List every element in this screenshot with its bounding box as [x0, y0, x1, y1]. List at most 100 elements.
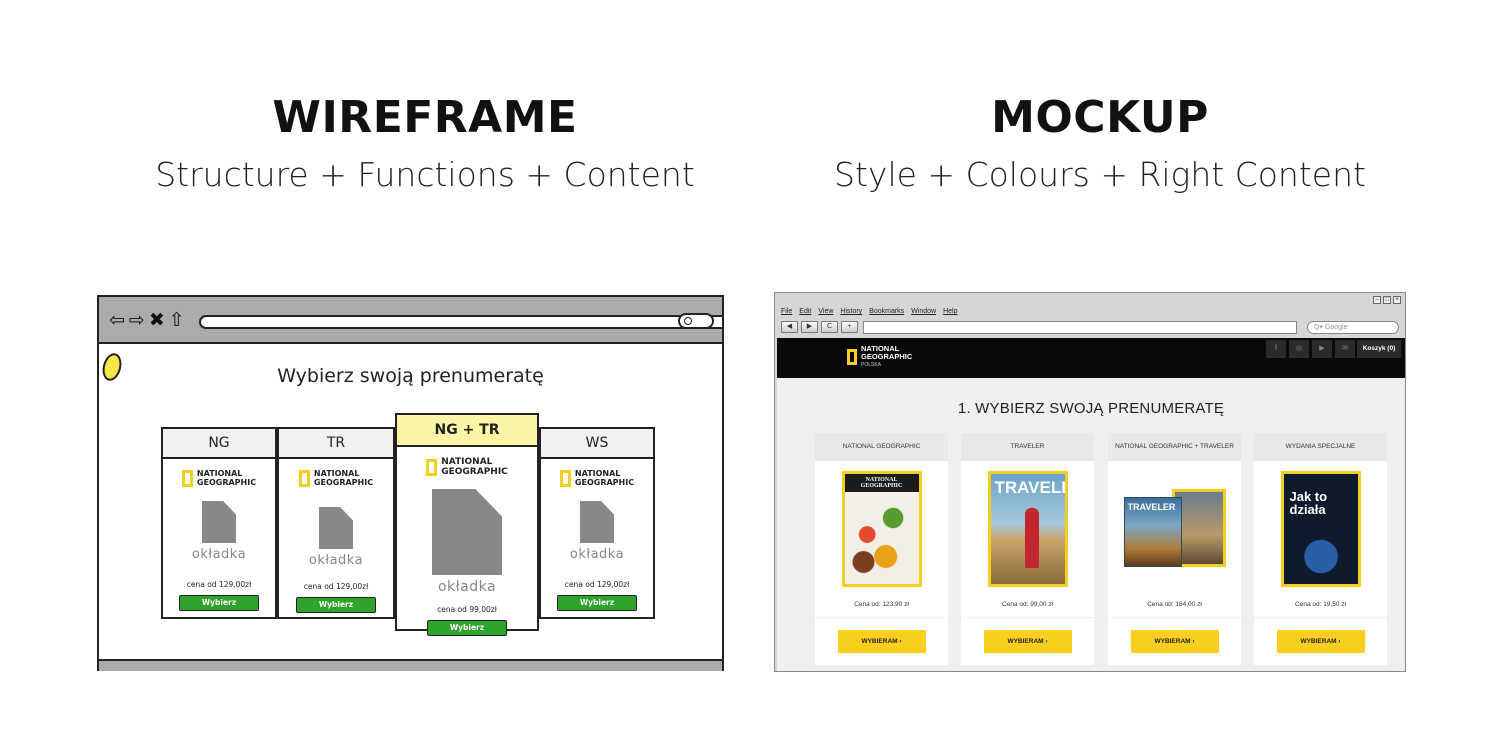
close-icon[interactable]: × [1393, 296, 1401, 304]
ng-logo-line2: GEOGRAPHIC [574, 478, 635, 487]
card-price: cena od 129,00zł [303, 582, 369, 591]
card-title: NATIONAL GEOGRAPHIC + TRAVELER [1108, 433, 1241, 461]
cover-placeholder-icon [319, 507, 353, 549]
mockup-heading-block: MOCKUP Style + Colours + Right Content [820, 92, 1380, 194]
cover-masthead: Jak to działa [1289, 489, 1328, 517]
card-price: cena od 99,00zł [437, 605, 497, 614]
back-button[interactable]: ◀ [781, 321, 798, 333]
wireframe-card-ng-tr: NG + TR NATIONAL GEOGRAPHIC okładka cena … [395, 413, 539, 636]
mockup-browser: – □ × File Edit View History Bookmarks W… [774, 292, 1406, 672]
ng-logo: NATIONAL GEOGRAPHIC [163, 469, 275, 487]
forward-icon[interactable]: ⇨ [129, 309, 145, 331]
cover-label: okładka [437, 579, 497, 595]
wireframe-nav-icons: ⇦ ⇨ ✖ ⇧ [109, 309, 185, 331]
wireframe-heading-block: WIREFRAME Structure + Functions + Conten… [145, 92, 705, 194]
product-card-special: WYDANIA SPECJALNE Jak to działa Cena od:… [1254, 433, 1387, 665]
ng-logo-icon [298, 469, 310, 487]
logo-line3: POLSKA [861, 362, 882, 368]
menu-history[interactable]: History [840, 308, 862, 315]
ng-logo-line1: NATIONAL [196, 469, 243, 478]
select-button[interactable]: Wybierz [179, 595, 259, 611]
card-title: NATIONAL GEOGRAPHIC [815, 433, 948, 461]
card-price: cena od 129,00zł [564, 580, 630, 589]
address-bar[interactable] [863, 321, 1297, 334]
social-links: f ◎ ▶ ✉ [1266, 340, 1355, 358]
cover-masthead: NATIONAL GEOGRAPHIC [844, 474, 919, 492]
choose-button[interactable]: WYBIERAM › [837, 630, 926, 653]
cover-masthead: TRAVELER [1127, 502, 1176, 512]
select-button[interactable]: Wybierz [427, 620, 507, 636]
cart-button[interactable]: Koszyk (0) [1357, 340, 1401, 358]
product-card-bundle: NATIONAL GEOGRAPHIC + TRAVELER TRAVELER … [1108, 433, 1241, 665]
cover-masthead: TRAVELER [994, 478, 1065, 497]
site-header: NATIONAL GEOGRAPHIC POLSKA f ◎ ▶ ✉ Koszy… [777, 338, 1405, 378]
wireframe-card-ng: NG NATIONAL GEOGRAPHIC okładka cena od 12… [161, 427, 277, 619]
youtube-icon[interactable]: ▶ [1312, 340, 1332, 358]
cover-placeholder-icon [202, 501, 236, 543]
ng-logo-line1: NATIONAL [574, 469, 621, 478]
mockup-subheading: Style + Colours + Right Content [834, 155, 1366, 194]
search-input[interactable]: Q▾ Google [1307, 321, 1399, 334]
cover-label: okładka [569, 547, 625, 562]
ng-logo: NATIONAL GEOGRAPHIC [541, 469, 653, 487]
select-button[interactable]: Wybierz [296, 597, 376, 613]
wireframe-browser: ⇦ ⇨ ✖ ⇧ Wybierz swoją prenumeratę NG NAT… [97, 295, 724, 671]
mockup-heading: MOCKUP [991, 92, 1209, 143]
cover-label: okładka [191, 547, 247, 562]
card-title: NG [163, 429, 275, 459]
nav-buttons: ◀ ▶ C + [781, 321, 858, 333]
ng-logo-line1: NATIONAL [313, 469, 360, 478]
website: NATIONAL GEOGRAPHIC POLSKA f ◎ ▶ ✉ Koszy… [777, 338, 1405, 671]
choose-button[interactable]: WYBIERAM › [1276, 630, 1365, 653]
cover-traveler: TRAVELER [1123, 497, 1182, 567]
page-title: 1. WYBIERZ SWOJĄ PRENUMERATĘ [957, 400, 1225, 417]
instagram-icon[interactable]: ◎ [1289, 340, 1309, 358]
card-price: Cena od: 123,90 zł [815, 601, 948, 618]
wireframe-card-tr: TR NATIONAL GEOGRAPHIC okładka cena od 12… [277, 427, 395, 619]
cover-placeholder-icon [580, 501, 614, 543]
card-price: Cena od: 19,50 zł [1254, 601, 1387, 618]
magazine-cover: Jak to działa [1280, 471, 1361, 587]
menu-edit[interactable]: Edit [799, 308, 811, 315]
menu-help[interactable]: Help [943, 308, 957, 315]
ng-logo[interactable]: NATIONAL GEOGRAPHIC POLSKA [847, 345, 912, 369]
ng-logo-line2: GEOGRAPHIC [313, 478, 374, 487]
card-price: Cena od: 99,00 zł [961, 601, 1094, 618]
magazine-cover-bundle: TRAVELER [1120, 471, 1230, 587]
ng-logo-icon [426, 458, 438, 476]
home-icon[interactable]: ⇧ [169, 309, 185, 331]
choose-button[interactable]: WYBIERAM › [1130, 630, 1219, 653]
wireframe-search-field[interactable] [678, 313, 714, 329]
reload-button[interactable]: C [821, 321, 838, 333]
card-title: TR [279, 429, 393, 459]
product-card-ng: NATIONAL GEOGRAPHIC NATIONAL GEOGRAPHIC … [815, 433, 948, 665]
menu-view[interactable]: View [818, 308, 833, 315]
card-title: WYDANIA SPECJALNE [1254, 433, 1387, 461]
select-button[interactable]: Wybierz [557, 595, 637, 611]
card-title: WS [541, 429, 653, 459]
mail-icon[interactable]: ✉ [1335, 340, 1355, 358]
choose-button[interactable]: WYBIERAM › [983, 630, 1072, 653]
ng-logo-line1: NATIONAL [441, 457, 493, 467]
magazine-cover: TRAVELER [987, 471, 1068, 587]
magazine-cover: NATIONAL GEOGRAPHIC [841, 471, 922, 587]
ng-logo-icon [559, 469, 571, 487]
cover-figure [1024, 508, 1039, 568]
stop-icon[interactable]: ✖ [149, 309, 165, 331]
menu-file[interactable]: File [781, 308, 792, 315]
wireframe-subheading: Structure + Functions + Content [155, 155, 695, 194]
wireframe-address-bar[interactable] [199, 315, 722, 329]
wireframe-toolbar: ⇦ ⇨ ✖ ⇧ [99, 297, 722, 344]
maximize-icon[interactable]: □ [1383, 296, 1391, 304]
minimize-icon[interactable]: – [1373, 296, 1381, 304]
new-tab-button[interactable]: + [841, 321, 858, 333]
cover-placeholder-icon [432, 489, 502, 575]
ng-logo-icon [181, 469, 193, 487]
facebook-icon[interactable]: f [1266, 340, 1286, 358]
menu-window[interactable]: Window [911, 308, 936, 315]
window-controls: – □ × [1373, 296, 1401, 304]
menu-bookmarks[interactable]: Bookmarks [869, 308, 904, 315]
forward-button[interactable]: ▶ [801, 321, 818, 333]
menu-bar: File Edit View History Bookmarks Window … [781, 308, 958, 315]
back-icon[interactable]: ⇦ [109, 309, 125, 331]
